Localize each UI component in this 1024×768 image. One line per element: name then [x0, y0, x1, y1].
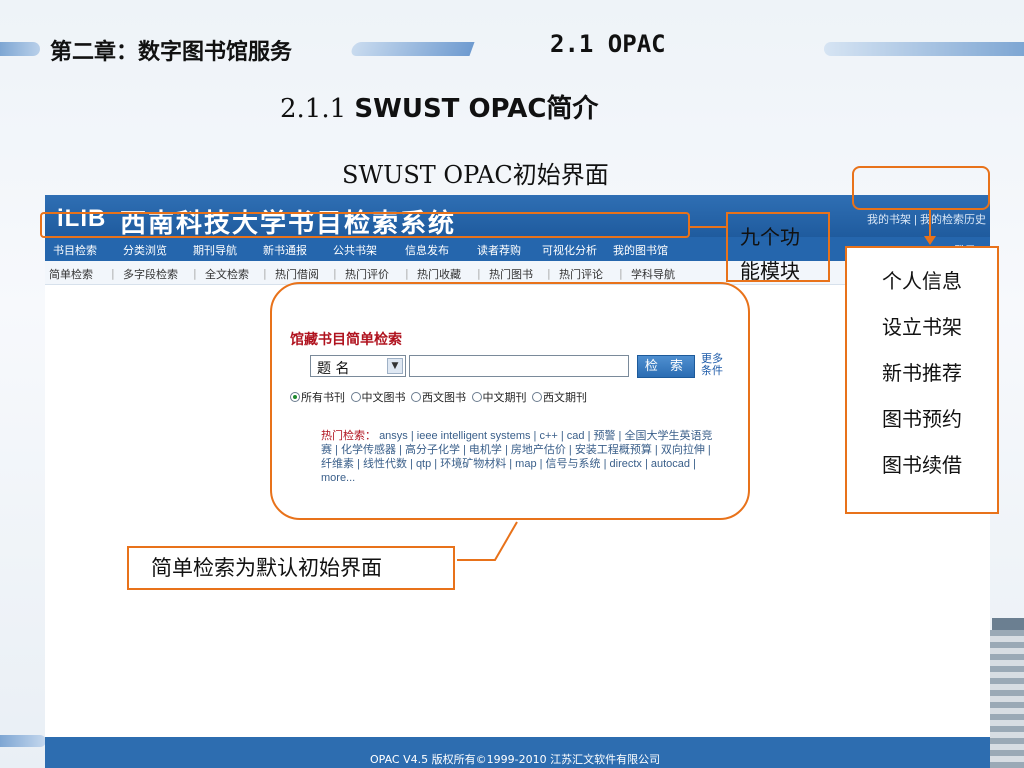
decorative-bar: [824, 42, 1024, 56]
nav-highlight-box: [40, 212, 690, 238]
subnav-hot-rating[interactable]: 热门评价: [345, 266, 389, 282]
nav-item-journals[interactable]: 期刊导航: [193, 242, 237, 258]
subnav-multi-field[interactable]: 多字段检索: [123, 266, 178, 282]
top-links[interactable]: 我的书架 | 我的检索历史: [867, 211, 986, 227]
nav-item-search[interactable]: 书目检索: [53, 242, 97, 258]
nav-item-recommend[interactable]: 读者荐购: [477, 242, 521, 258]
decorative-bar: [349, 42, 475, 56]
divider: |: [547, 267, 551, 280]
building-image: [990, 630, 1024, 768]
subnav-hot-comments[interactable]: 热门评论: [559, 266, 603, 282]
subnav-subject-nav[interactable]: 学科导航: [631, 266, 675, 282]
nav-item-public-shelf[interactable]: 公共书架: [333, 242, 377, 258]
chapter-title: 第二章：数字图书馆服务: [50, 40, 293, 65]
section-title: 2.1 OPAC: [550, 30, 666, 58]
note-line: 九个功: [740, 225, 800, 249]
decorative-bar: [0, 735, 46, 747]
feature-bookshelf: 设立书架: [882, 315, 962, 339]
subsection-title: 2.1.1 SWUST OPAC简介: [280, 88, 598, 125]
note-line: 能模块: [740, 259, 800, 283]
default-view-note: 简单检索为默认初始界面: [127, 546, 455, 590]
decorative-bar: [0, 42, 40, 56]
feature-renewal: 图书续借: [882, 453, 962, 477]
opac-footer: OPAC V4.5 版权所有©1999-2010 江苏汇文软件有限公司: [45, 737, 990, 768]
nav-item-browse[interactable]: 分类浏览: [123, 242, 167, 258]
feature-new-book-recommend: 新书推荐: [882, 361, 962, 385]
divider: |: [111, 267, 115, 280]
subnav-simple-search[interactable]: 简单检索: [49, 266, 93, 282]
subnav-hot-borrow[interactable]: 热门借阅: [275, 266, 319, 282]
subnav-hot-favorites[interactable]: 热门收藏: [417, 266, 461, 282]
divider: |: [619, 267, 623, 280]
nav-item-visual[interactable]: 可视化分析: [542, 242, 597, 258]
nav-item-new-books[interactable]: 新书通报: [263, 242, 307, 258]
feature-reservation: 图书预约: [882, 407, 962, 431]
personal-features-note: 个人信息 设立书架 新书推荐 图书预约 图书续借: [845, 246, 999, 514]
nine-modules-note: 九个功 能模块: [726, 212, 830, 283]
screen-title: SWUST OPAC初始界面: [342, 161, 609, 189]
divider: |: [263, 267, 267, 280]
search-highlight-box: [270, 282, 750, 520]
divider: |: [477, 267, 481, 280]
nav-item-my-library[interactable]: 我的图书馆: [613, 242, 668, 258]
nav-item-news[interactable]: 信息发布: [405, 242, 449, 258]
subsection-number: 2.1.1: [280, 94, 347, 124]
subnav-fulltext[interactable]: 全文检索: [205, 266, 249, 282]
divider: |: [193, 267, 197, 280]
subsection-name: SWUST OPAC简介: [354, 94, 599, 124]
connector-line: [457, 521, 518, 561]
divider: |: [405, 267, 409, 280]
divider: |: [333, 267, 337, 280]
feature-personal-info: 个人信息: [882, 269, 962, 293]
connector-line: [690, 226, 726, 228]
subnav-hot-books[interactable]: 热门图书: [489, 266, 533, 282]
footer-copyright: OPAC V4.5 版权所有©1999-2010 江苏汇文软件有限公司: [370, 753, 661, 766]
arrow-down-icon: [924, 236, 936, 245]
personal-highlight-box: [852, 166, 990, 210]
